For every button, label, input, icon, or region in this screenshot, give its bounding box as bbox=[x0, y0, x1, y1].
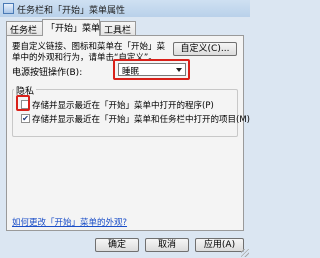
power-button-label: 电源按钮操作(B): bbox=[12, 68, 83, 78]
apply-button[interactable]: 应用(A) bbox=[195, 238, 244, 252]
tab-panel: 要自定义链接、图标和菜单在「开始」菜单中的外观和行为，请单击“自定义”。 自定义… bbox=[6, 35, 250, 231]
recent-programs-label: 存储并显示最近在「开始」菜单中打开的程序(P) bbox=[32, 101, 214, 111]
highlight-box-power bbox=[113, 59, 190, 80]
help-link[interactable]: 如何更改「开始」菜单的外观? bbox=[12, 216, 127, 228]
tab-taskbar[interactable]: 任务栏 bbox=[6, 21, 44, 36]
window-title: 任务栏和「开始」菜单属性 bbox=[17, 6, 126, 16]
highlight-box-checkbox bbox=[16, 95, 30, 111]
window-icon bbox=[3, 3, 14, 14]
ok-button[interactable]: 确定 bbox=[95, 238, 139, 252]
recent-items-label: 存储并显示最近在「开始」菜单和任务栏中打开的项目(M) bbox=[32, 115, 250, 125]
tab-start-menu[interactable]: 「开始」菜单 bbox=[42, 19, 100, 36]
customize-button[interactable]: 自定义(C)... bbox=[173, 42, 237, 56]
recent-items-checkbox[interactable]: ✔ bbox=[21, 114, 30, 123]
resize-grip-icon[interactable] bbox=[241, 249, 249, 257]
cancel-button[interactable]: 取消 bbox=[145, 238, 189, 252]
tab-toolbars[interactable]: 工具栏 bbox=[100, 21, 136, 36]
title-bar: 任务栏和「开始」菜单属性 bbox=[0, 0, 250, 17]
